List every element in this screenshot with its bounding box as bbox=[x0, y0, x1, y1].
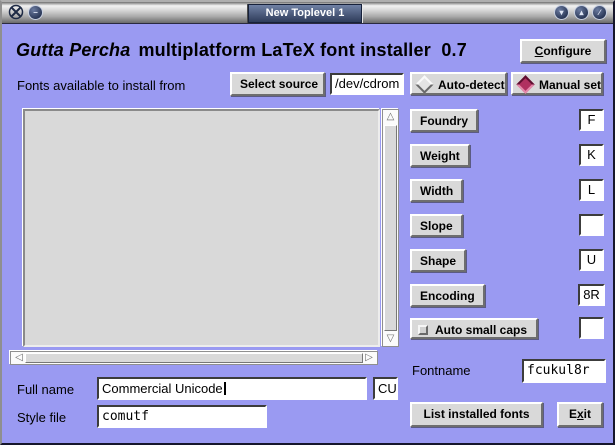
width-button[interactable]: Width bbox=[410, 179, 463, 202]
shape-button[interactable]: Shape bbox=[410, 249, 466, 272]
auto-small-caps-checkbox[interactable]: Auto small caps bbox=[410, 318, 538, 339]
source-label: Fonts available to install from bbox=[17, 78, 185, 93]
app-icon[interactable] bbox=[8, 4, 24, 20]
foundry-code-input[interactable]: F bbox=[579, 109, 604, 131]
abbreviation-input[interactable]: CU bbox=[373, 377, 398, 400]
fontname-input[interactable]: fcukul8r bbox=[522, 359, 606, 383]
encoding-button[interactable]: Encoding bbox=[410, 284, 485, 307]
select-source-button[interactable]: Select source bbox=[230, 72, 325, 96]
vertical-scroll-thumb[interactable] bbox=[384, 125, 397, 331]
small-caps-code-input[interactable] bbox=[579, 317, 604, 339]
checkbox-icon bbox=[418, 325, 428, 335]
scroll-up-icon[interactable]: △ bbox=[383, 111, 398, 123]
foundry-button[interactable]: Foundry bbox=[410, 109, 478, 132]
app-subtitle: multiplatform LaTeX font installer bbox=[138, 40, 431, 60]
slope-button[interactable]: Slope bbox=[410, 214, 463, 237]
radio-diamond-selected-icon bbox=[516, 75, 534, 93]
fontname-label: Fontname bbox=[412, 363, 471, 378]
exit-button[interactable]: Exit bbox=[557, 402, 603, 427]
weight-button[interactable]: Weight bbox=[410, 144, 470, 167]
weight-code-input[interactable]: K bbox=[579, 144, 604, 166]
app-name: Gutta Percha bbox=[16, 40, 130, 60]
font-list[interactable] bbox=[23, 109, 380, 347]
scroll-left-icon[interactable]: ◁ bbox=[13, 352, 25, 364]
auto-detect-radio[interactable]: Auto-detect bbox=[410, 72, 507, 95]
shade-down-button[interactable]: ▾ bbox=[554, 5, 569, 20]
width-code-input[interactable]: L bbox=[579, 179, 604, 201]
scroll-right-icon[interactable]: ▷ bbox=[363, 352, 375, 364]
horizontal-scroll-thumb[interactable] bbox=[25, 353, 363, 363]
window: − New Toplevel 1 ▾ ▴ ∕ Gutta Percha multi… bbox=[0, 0, 615, 445]
minimize-button[interactable]: − bbox=[28, 5, 43, 20]
style-file-input[interactable]: comutf bbox=[97, 405, 267, 428]
horizontal-scrollbar[interactable]: ◁ ▷ bbox=[10, 351, 378, 365]
full-name-input[interactable]: Commercial Unicode bbox=[97, 377, 367, 400]
text-cursor bbox=[224, 382, 226, 395]
page-title: Gutta Percha multiplatform LaTeX font ins… bbox=[16, 40, 467, 61]
shade-up-button[interactable]: ▴ bbox=[574, 5, 589, 20]
shape-code-input[interactable]: U bbox=[579, 249, 604, 271]
manual-set-radio[interactable]: Manual set bbox=[511, 72, 603, 95]
vertical-scrollbar[interactable]: △ ▽ bbox=[382, 109, 399, 347]
app-version: 0.7 bbox=[441, 40, 467, 60]
list-installed-fonts-button[interactable]: List installed fonts bbox=[410, 402, 543, 427]
scroll-down-icon[interactable]: ▽ bbox=[383, 333, 398, 345]
window-title: New Toplevel 1 bbox=[248, 4, 362, 23]
full-name-label: Full name bbox=[17, 382, 74, 397]
source-path-input[interactable]: /dev/cdrom bbox=[330, 73, 404, 95]
titlebar[interactable]: − New Toplevel 1 ▾ ▴ ∕ bbox=[2, 2, 613, 24]
window-menu-button[interactable]: ∕ bbox=[592, 5, 607, 20]
configure-button[interactable]: Configure bbox=[520, 39, 606, 63]
encoding-code-input[interactable]: 8R bbox=[578, 284, 605, 306]
slope-code-input[interactable] bbox=[579, 214, 604, 236]
radio-diamond-icon bbox=[415, 75, 433, 93]
style-file-label: Style file bbox=[17, 410, 66, 425]
